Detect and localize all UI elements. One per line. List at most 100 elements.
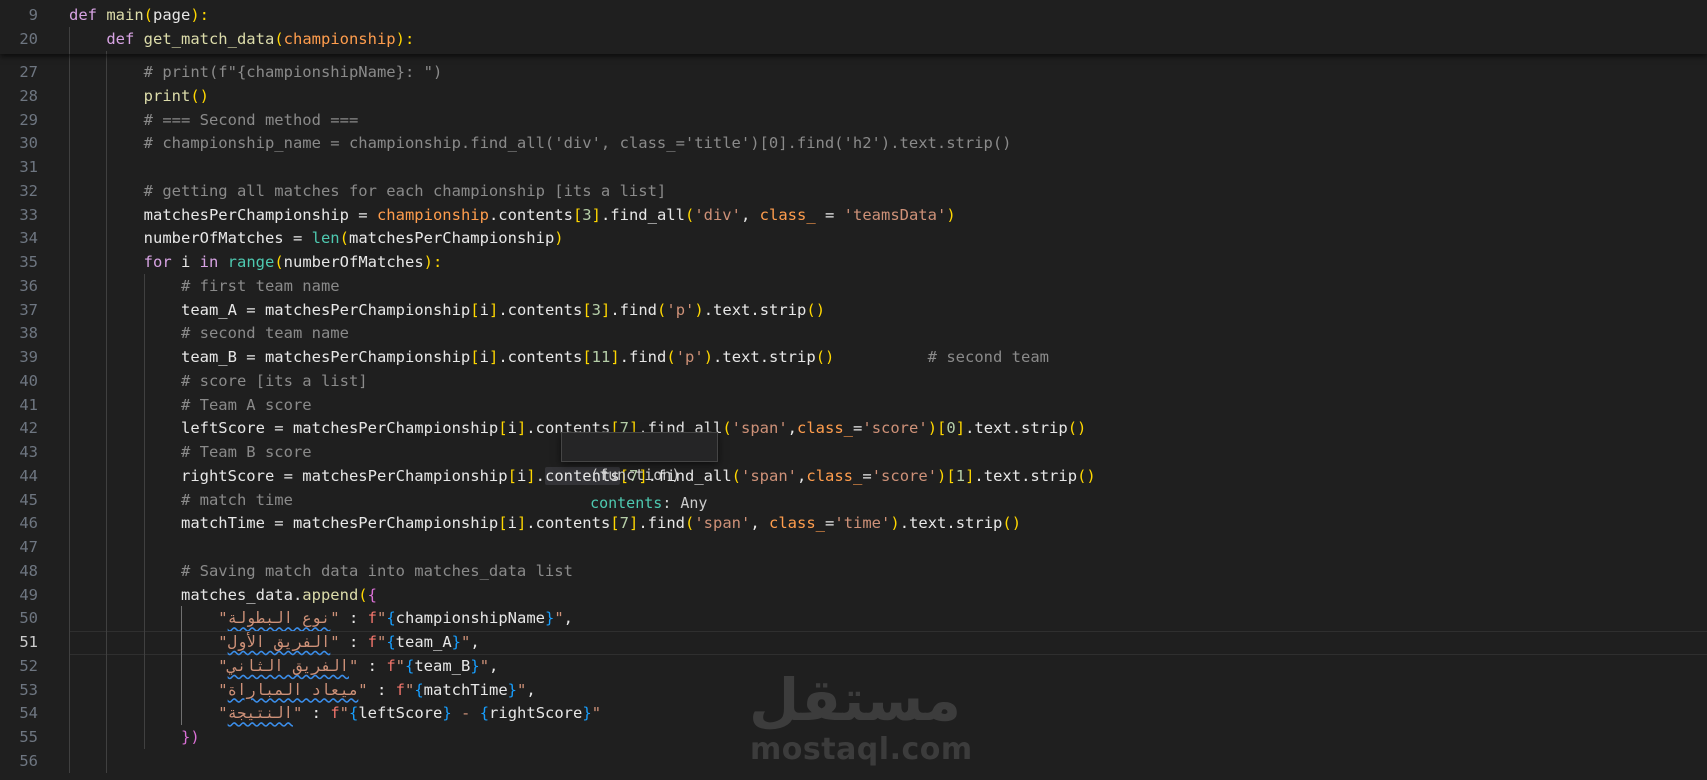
line-number: 20 <box>19 30 38 48</box>
code-token: def <box>69 30 144 48</box>
code-line[interactable]: 32 # getting all matches for each champi… <box>0 179 1707 203</box>
code-token: 'p' <box>666 300 695 319</box>
code-token: 'score' <box>862 419 928 438</box>
code-line[interactable]: 20 def get_match_data(championship): <box>0 27 1707 51</box>
code-token: " <box>339 704 349 723</box>
line-code: for i in range(numberOfMatches): <box>69 250 443 274</box>
code-line[interactable]: 33 matchesPerChampionship = championship… <box>0 203 1707 227</box>
code-token: } <box>470 656 480 675</box>
code-token: 1 <box>955 466 966 485</box>
code-line[interactable]: 27 # print(f"{championshipName}: ") <box>0 60 1707 84</box>
code-token: { <box>386 633 396 651</box>
code-token: ] <box>488 348 499 366</box>
code-line[interactable]: 36 # first team name <box>0 274 1707 298</box>
code-line[interactable]: 38 # second team name <box>0 321 1707 345</box>
code-token: matches_data. <box>69 585 303 604</box>
code-token: = <box>862 466 872 485</box>
code-token: i <box>180 253 200 271</box>
code-line[interactable]: 30 # championship_name = championship.fi… <box>0 131 1707 155</box>
code-token: : <box>367 680 396 699</box>
code-token: " <box>461 633 471 651</box>
code-token: class_ <box>759 205 816 224</box>
code-line[interactable]: 39 team_B = matchesPerChampionship[i].co… <box>0 345 1707 369</box>
code-token: [ <box>470 348 480 366</box>
code-line[interactable]: 50 "نوع البطولة" : f"{championshipName}"… <box>0 606 1707 630</box>
code-token: range <box>227 253 275 271</box>
code-token: , <box>797 466 807 485</box>
code-token: len <box>311 229 340 248</box>
code-line[interactable]: 45 # match time <box>0 488 1707 512</box>
code-token: } <box>544 609 555 628</box>
tooltip-type: : Any <box>662 494 708 512</box>
code-token: 3 <box>591 300 601 319</box>
watermark: مستقل mostaql.com <box>748 668 972 768</box>
code-line[interactable]: 29 # === Second method === <box>0 108 1707 132</box>
line-code: def get_match_data(championship): <box>69 27 414 51</box>
code-token: leftScore = matchesPerChampionship <box>69 419 499 438</box>
code-token: ) <box>946 205 956 224</box>
code-token: ( <box>666 348 676 366</box>
indent-guide <box>106 51 107 54</box>
code-token: ] <box>488 300 499 319</box>
code-token: i <box>479 300 489 319</box>
indent-guide <box>181 606 182 725</box>
line-code: # === Second method === <box>69 108 359 132</box>
code-token: " <box>479 656 490 675</box>
code-editor[interactable]: 9 def main(page): 20 def get_match_data(ch… <box>0 0 1707 780</box>
code-token: championshipName <box>395 609 545 628</box>
line-number: 45 <box>19 490 38 509</box>
line-number: 50 <box>19 609 38 628</box>
code-token: ( <box>358 585 368 604</box>
code-line[interactable]: 34 numberOfMatches = len(matchesPerChamp… <box>0 226 1707 250</box>
line-code: "النتيجة" : f"{leftScore} - {rightScore}… <box>69 701 601 725</box>
code-line[interactable]: 28 print() <box>0 84 1707 108</box>
code-token: append <box>302 585 359 604</box>
code-token: } <box>442 704 452 723</box>
line-number: 52 <box>19 656 38 675</box>
code-line[interactable]: 40 # score [its a list] <box>0 369 1707 393</box>
line-number: 41 <box>19 395 38 414</box>
code-token: ) <box>554 229 564 248</box>
code-line[interactable]: 47 <box>0 535 1707 559</box>
code-token: in <box>199 253 228 271</box>
code-line[interactable]: 42 leftScore = matchesPerChampionship[i]… <box>0 416 1707 440</box>
line-number: 40 <box>19 371 38 390</box>
code-token: , <box>563 609 574 628</box>
code-line[interactable]: 41 # Team A score <box>0 393 1707 417</box>
code-token: الفريق الأول <box>227 633 331 651</box>
code-line[interactable]: 31 <box>0 155 1707 179</box>
code-token: [ <box>470 300 480 319</box>
code-token: 3 <box>582 205 592 224</box>
sticky-scroll-header[interactable]: 9 def main(page): 20 def get_match_data(ch… <box>0 0 1707 54</box>
line-number: 43 <box>19 443 38 461</box>
code-token: ) <box>937 466 947 485</box>
code-token: 'time' <box>834 514 891 533</box>
code-token: # second team <box>834 348 1049 366</box>
code-line[interactable]: 48 # Saving match data into matches_data… <box>0 559 1707 583</box>
code-token: ] <box>591 205 601 224</box>
line-number: 35 <box>19 253 38 271</box>
code-token: class_ <box>769 514 826 533</box>
code-line[interactable]: 49 matches_data.append({ <box>0 583 1707 607</box>
code-token: class_ <box>797 419 854 438</box>
code-token: # print(f"{championshipName}: ") <box>69 63 443 81</box>
line-number: 54 <box>19 704 38 723</box>
line-code: # score [its a list] <box>69 369 368 393</box>
code-token: { <box>367 585 377 604</box>
code-token: " <box>348 656 359 675</box>
code-line[interactable]: 35 for i in range(numberOfMatches): <box>0 250 1707 274</box>
code-line[interactable]: 9 def main(page): <box>0 3 1707 27</box>
code-line[interactable]: 44 rightScore = matchesPerChampionship[i… <box>0 464 1707 488</box>
code-line[interactable]: 43 # Team B score <box>0 440 1707 464</box>
code-token: ): <box>190 6 209 24</box>
code-token: .contents <box>488 205 573 224</box>
code-line[interactable]: 46 matchTime = matchesPerChampionship[i]… <box>0 511 1707 535</box>
code-token: " <box>554 609 564 628</box>
code-token: " <box>69 633 228 651</box>
code-line[interactable]: 51 "الفريق الأول" : f"{team_A}", <box>0 630 1707 654</box>
line-number: 39 <box>19 348 38 366</box>
code-token: numberOfMatches <box>283 253 424 271</box>
watermark-site: mostaql.com <box>750 732 973 767</box>
code-line[interactable]: 37 team_A = matchesPerChampionship[i].co… <box>0 298 1707 322</box>
line-number: 27 <box>19 63 38 81</box>
